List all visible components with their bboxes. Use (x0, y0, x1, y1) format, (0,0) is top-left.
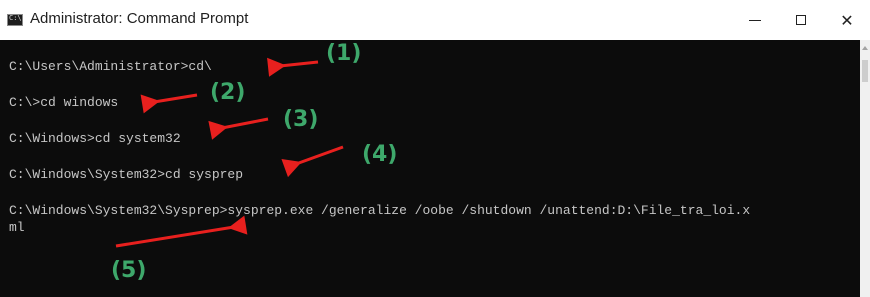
step-label-5: (5) (111, 258, 147, 283)
vertical-scrollbar[interactable] (860, 40, 870, 297)
console-line: C:\Users\Administrator>cd\ (9, 59, 212, 74)
minimize-icon (749, 19, 761, 21)
console-line: C:\Windows>cd system32 (9, 131, 181, 146)
maximize-button[interactable] (778, 0, 824, 40)
maximize-icon (796, 15, 806, 25)
close-button[interactable]: ✕ (824, 0, 870, 40)
console-line: C:\Windows\System32\Sysprep>sysprep.exe … (9, 203, 751, 218)
step-label-3: (3) (283, 107, 319, 132)
close-icon: ✕ (840, 10, 854, 30)
scroll-up-icon[interactable] (862, 46, 868, 50)
window-title: Administrator: Command Prompt (30, 10, 249, 27)
step-label-4: (4) (362, 142, 398, 167)
console-line: ml (9, 220, 25, 235)
console-line: C:\Windows\System32>cd sysprep (9, 167, 244, 182)
minimize-button[interactable] (732, 0, 778, 40)
command-prompt-icon[interactable] (7, 14, 23, 26)
step-label-1: (1) (326, 41, 362, 66)
title-bar[interactable]: Administrator: Command Prompt ✕ (0, 0, 870, 40)
step-label-2: (2) (210, 80, 246, 105)
scroll-thumb[interactable] (862, 60, 868, 82)
console-line: C:\>cd windows (9, 95, 119, 110)
